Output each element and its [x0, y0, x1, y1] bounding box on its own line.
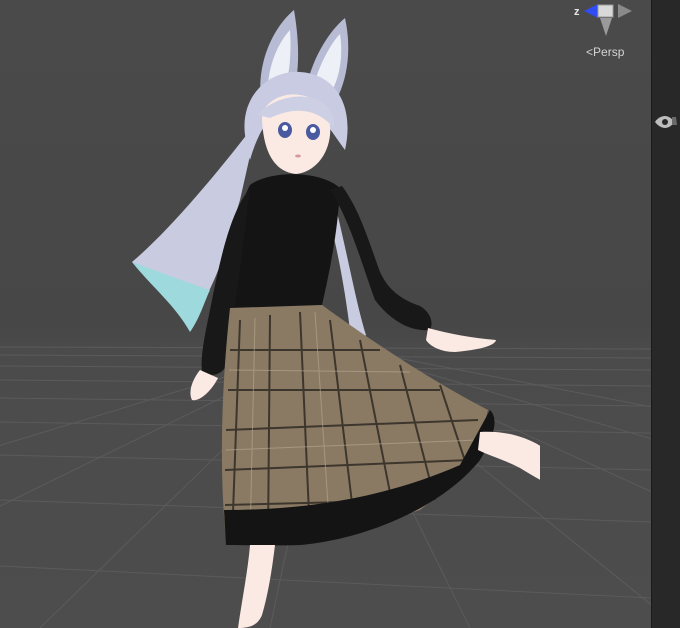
hierarchy-side-panel	[651, 0, 680, 628]
hand-icon	[672, 117, 677, 125]
gizmo-z-cone	[584, 4, 598, 18]
gizmo-z-label: z	[574, 6, 580, 18]
projection-label: Persp	[593, 45, 625, 59]
scene-viewport[interactable]: z <Persp	[0, 0, 651, 628]
right-hand	[426, 328, 496, 352]
right-leg	[478, 431, 540, 480]
projection-toggle[interactable]: <Persp	[586, 45, 624, 59]
sweater-torso	[227, 174, 340, 310]
eye-icon[interactable]	[654, 115, 678, 129]
character-model[interactable]	[120, 0, 540, 628]
gizmo-y-cone	[600, 18, 612, 36]
gizmo-x-cone	[618, 4, 632, 18]
left-leg	[238, 545, 275, 628]
projection-prefix: <	[586, 45, 594, 59]
gizmo-cube	[597, 4, 614, 18]
